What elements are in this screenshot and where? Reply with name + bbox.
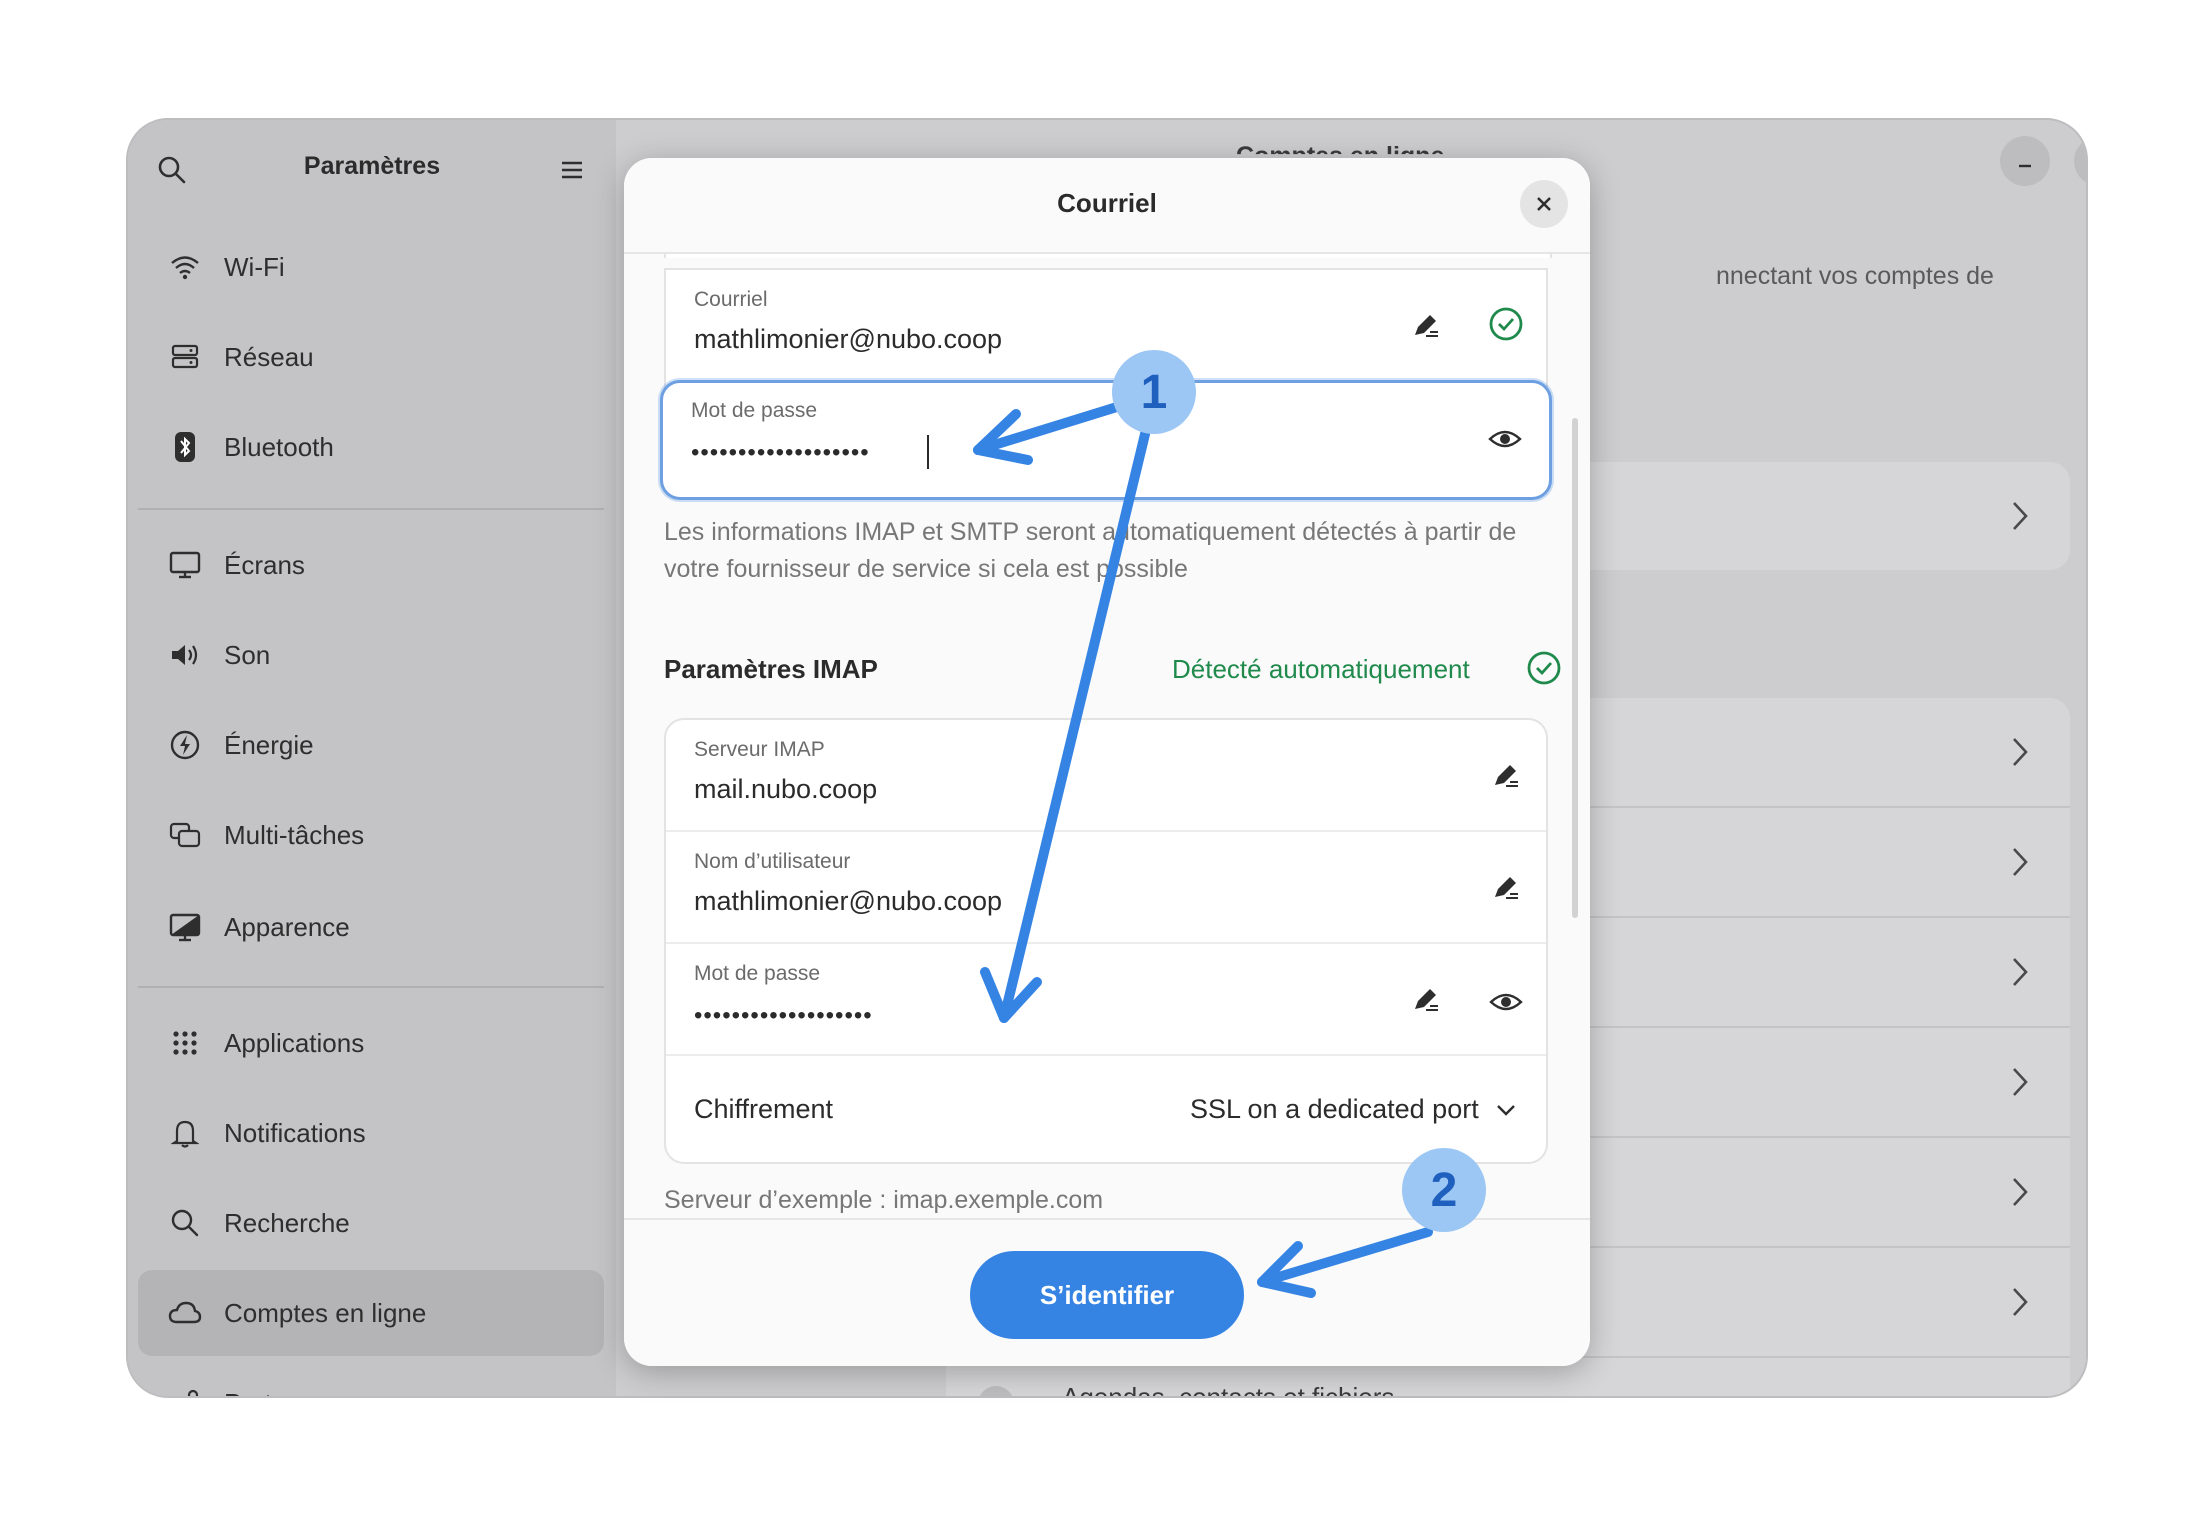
annotation-arrows xyxy=(973,401,1433,1298)
annotation-badge-2: 2 xyxy=(1402,1148,1486,1232)
annotation-badge-1: 1 xyxy=(1112,350,1196,434)
